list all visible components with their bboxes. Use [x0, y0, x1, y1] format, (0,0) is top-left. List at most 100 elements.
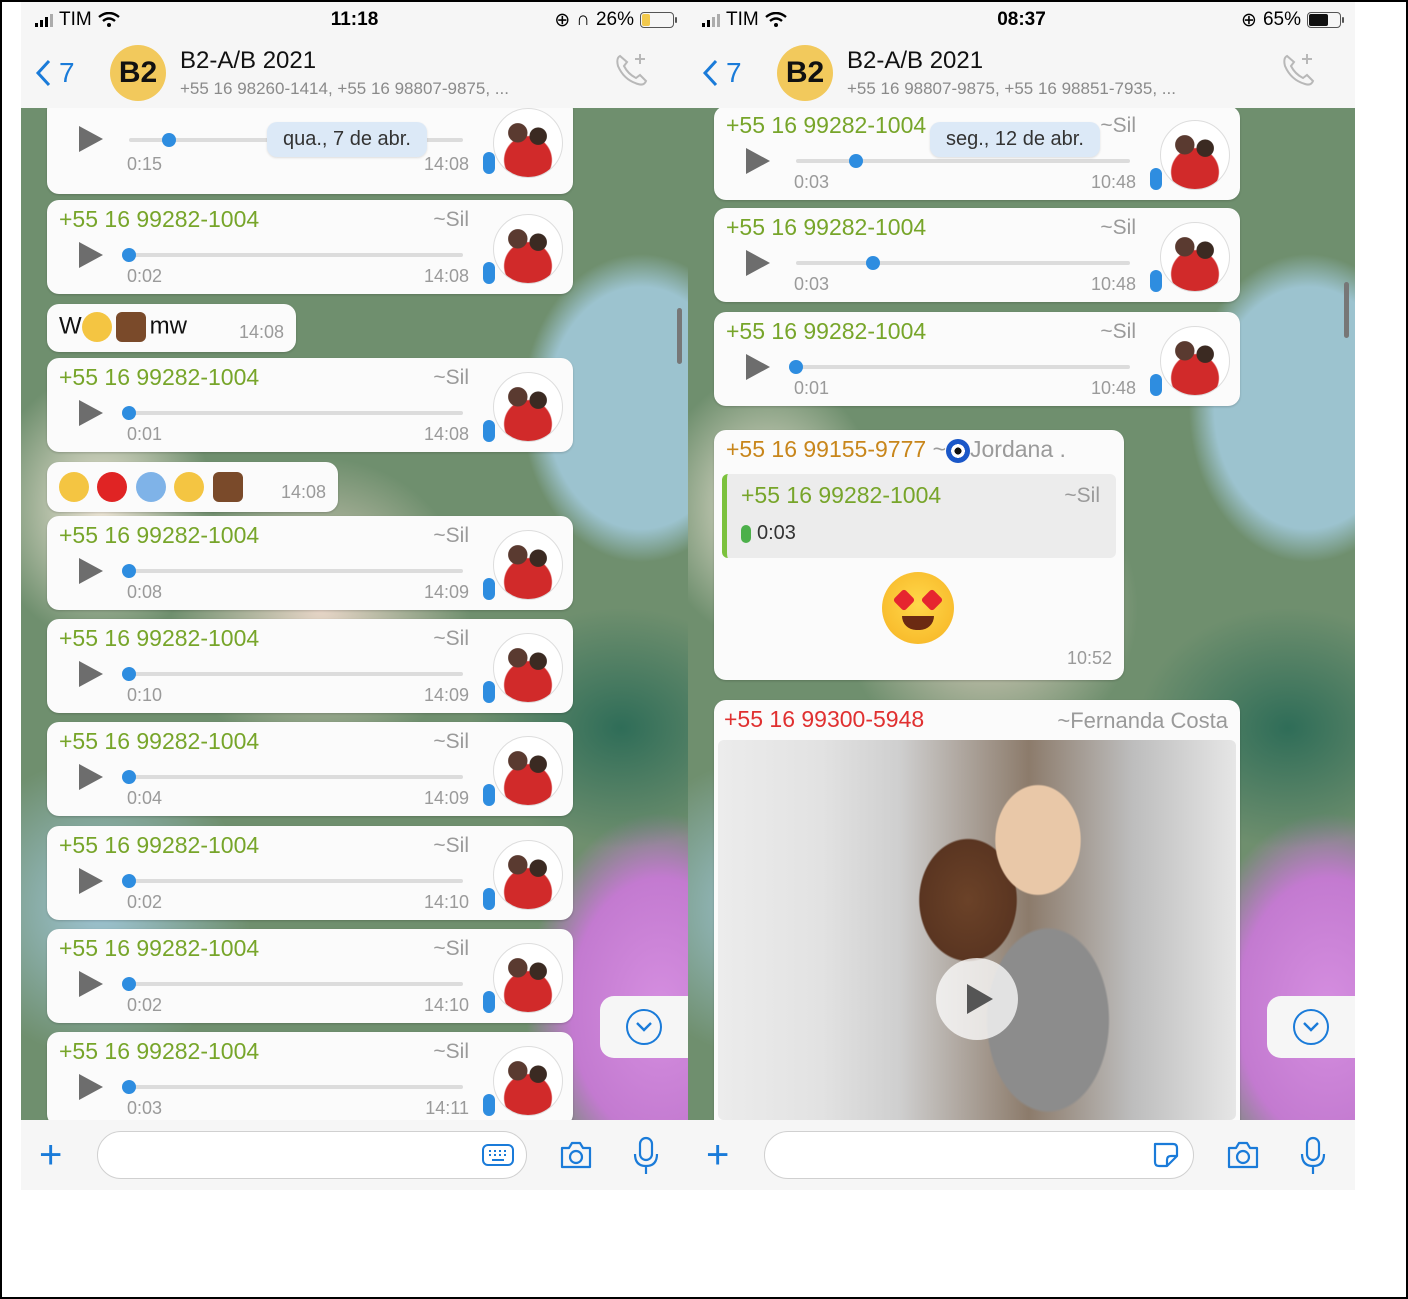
voice-duration: 0:01	[127, 424, 163, 444]
plus-icon[interactable]: +	[706, 1135, 746, 1175]
voice-progress-track[interactable]	[796, 154, 1130, 168]
message-sender[interactable]: +55 16 99282-1004	[726, 214, 926, 241]
chat-area[interactable]: 0:15 14:08 qua., 7 de abr. +55 16 99282-…	[21, 108, 688, 1120]
voice-progress-track[interactable]	[122, 667, 463, 681]
message-sender[interactable]: +55 16 99282-1004	[59, 935, 259, 962]
video-thumbnail[interactable]	[718, 740, 1236, 1120]
voice-progress-knob[interactable]	[122, 1080, 136, 1094]
play-icon[interactable]	[79, 661, 103, 687]
orientation-lock-icon: ⊕	[1241, 9, 1257, 31]
message-input[interactable]	[97, 1131, 527, 1179]
play-icon[interactable]	[746, 250, 770, 276]
wifi-icon	[764, 12, 787, 27]
back-button[interactable]: 7	[702, 57, 777, 89]
group-avatar[interactable]: B2	[777, 45, 833, 101]
sticker-icon[interactable]	[1149, 1142, 1181, 1168]
message-input[interactable]	[764, 1131, 1194, 1179]
microphone-icon[interactable]	[633, 1136, 659, 1176]
voice-progress-knob[interactable]	[122, 977, 136, 991]
play-icon[interactable]	[79, 764, 103, 790]
voice-progress-track[interactable]	[122, 977, 463, 991]
voice-progress-knob[interactable]	[162, 133, 177, 147]
play-icon[interactable]	[746, 354, 770, 380]
sender-avatar[interactable]	[493, 108, 563, 178]
camera-icon[interactable]	[1226, 1140, 1260, 1170]
group-info[interactable]: B2-A/B 2021 +55 16 98807-9875, +55 16 98…	[847, 47, 1176, 99]
play-icon[interactable]	[79, 558, 103, 584]
voice-progress-track[interactable]	[122, 564, 463, 578]
message-sender[interactable]: +55 16 99300-5948	[724, 706, 924, 733]
play-icon[interactable]	[79, 1074, 103, 1100]
message-sender[interactable]: +55 16 99282-1004	[59, 1038, 259, 1065]
orientation-lock-icon: ⊕	[554, 9, 571, 31]
group-avatar[interactable]: B2	[110, 45, 166, 101]
sender-avatar[interactable]	[1160, 120, 1230, 190]
voice-progress-knob[interactable]	[122, 564, 136, 578]
scroll-down-button[interactable]	[1267, 996, 1355, 1058]
voice-progress-track[interactable]	[789, 360, 1130, 374]
voice-progress-knob[interactable]	[122, 874, 136, 888]
microphone-icon	[1150, 168, 1162, 190]
message-sender[interactable]: +55 16 99282-1004	[59, 625, 259, 652]
play-icon[interactable]	[79, 400, 103, 426]
microphone-icon[interactable]	[1300, 1136, 1326, 1176]
carrier-label: TIM	[726, 9, 759, 30]
voice-progress-knob[interactable]	[122, 248, 136, 262]
message-sender[interactable]: +55 16 99155-9777	[726, 436, 926, 462]
sender-avatar[interactable]	[493, 530, 563, 600]
quoted-sender: +55 16 99282-1004	[741, 482, 942, 508]
sender-avatar[interactable]	[493, 1046, 563, 1116]
voice-progress-knob[interactable]	[122, 770, 136, 784]
voice-progress-knob[interactable]	[122, 667, 136, 681]
voice-progress-track[interactable]	[122, 1080, 463, 1094]
sender-avatar[interactable]	[493, 214, 563, 284]
play-icon[interactable]	[79, 971, 103, 997]
plus-icon[interactable]: +	[39, 1135, 79, 1175]
scroll-indicator[interactable]	[677, 308, 682, 364]
play-icon[interactable]	[746, 148, 770, 174]
sender-avatar[interactable]	[1160, 222, 1230, 292]
camera-icon[interactable]	[559, 1140, 593, 1170]
group-members: +55 16 98807-9875, +55 16 98851-7935, ..…	[847, 79, 1176, 98]
message-sender[interactable]: +55 16 99282-1004	[59, 364, 259, 391]
message-sender[interactable]: +55 16 99282-1004	[59, 728, 259, 755]
voice-progress-track[interactable]	[796, 256, 1130, 270]
back-button[interactable]: 7	[35, 57, 110, 89]
message-time: 14:09	[423, 582, 469, 602]
voice-progress-track[interactable]	[122, 874, 463, 888]
quoted-message[interactable]: +55 16 99282-1004 ~Sil 0:03	[722, 474, 1116, 558]
message-time: 14:08	[423, 154, 469, 174]
scroll-down-button[interactable]	[600, 996, 688, 1058]
voice-progress-knob[interactable]	[789, 360, 803, 374]
play-icon[interactable]	[79, 868, 103, 894]
sender-avatar[interactable]	[493, 633, 563, 703]
scroll-indicator[interactable]	[1344, 282, 1349, 338]
sender-avatar[interactable]	[493, 943, 563, 1013]
add-call-icon[interactable]	[612, 50, 652, 90]
chat-area[interactable]: +55 16 99282-1004 ~Sil 0:03 10:48 +55 16 992…	[688, 108, 1355, 1120]
voice-progress-track[interactable]	[122, 248, 463, 262]
message-sender[interactable]: +55 16 99282-1004	[726, 318, 926, 345]
voice-progress-knob[interactable]	[865, 256, 880, 270]
sender-avatar[interactable]	[1160, 326, 1230, 396]
voice-progress-knob[interactable]	[849, 154, 864, 168]
group-title: B2-A/B 2021	[180, 47, 317, 74]
keyboard-icon[interactable]	[482, 1142, 514, 1168]
voice-progress-track[interactable]	[122, 770, 463, 784]
message-sender[interactable]: +55 16 99282-1004	[726, 112, 926, 139]
group-info[interactable]: B2-A/B 2021 +55 16 98260-1414, +55 16 98…	[180, 47, 509, 99]
message-sender[interactable]: +55 16 99282-1004	[59, 832, 259, 859]
message-sender[interactable]: +55 16 99282-1004	[59, 522, 259, 549]
sender-avatar[interactable]	[493, 736, 563, 806]
play-icon[interactable]	[936, 958, 1018, 1040]
message-sender[interactable]: +55 16 99282-1004	[59, 206, 259, 233]
sender-avatar[interactable]	[493, 372, 563, 442]
play-icon[interactable]	[79, 242, 103, 268]
sender-avatar[interactable]	[493, 840, 563, 910]
voice-message: +55 16 99282-1004 ~Sil 0:01 10:48	[714, 312, 1240, 406]
voice-progress-track[interactable]	[122, 406, 463, 420]
voice-progress-knob[interactable]	[122, 406, 136, 420]
add-call-icon[interactable]	[1279, 50, 1319, 90]
play-icon[interactable]	[79, 126, 103, 152]
status-bar: TIM 08:37 ⊕ 65%	[688, 2, 1355, 38]
